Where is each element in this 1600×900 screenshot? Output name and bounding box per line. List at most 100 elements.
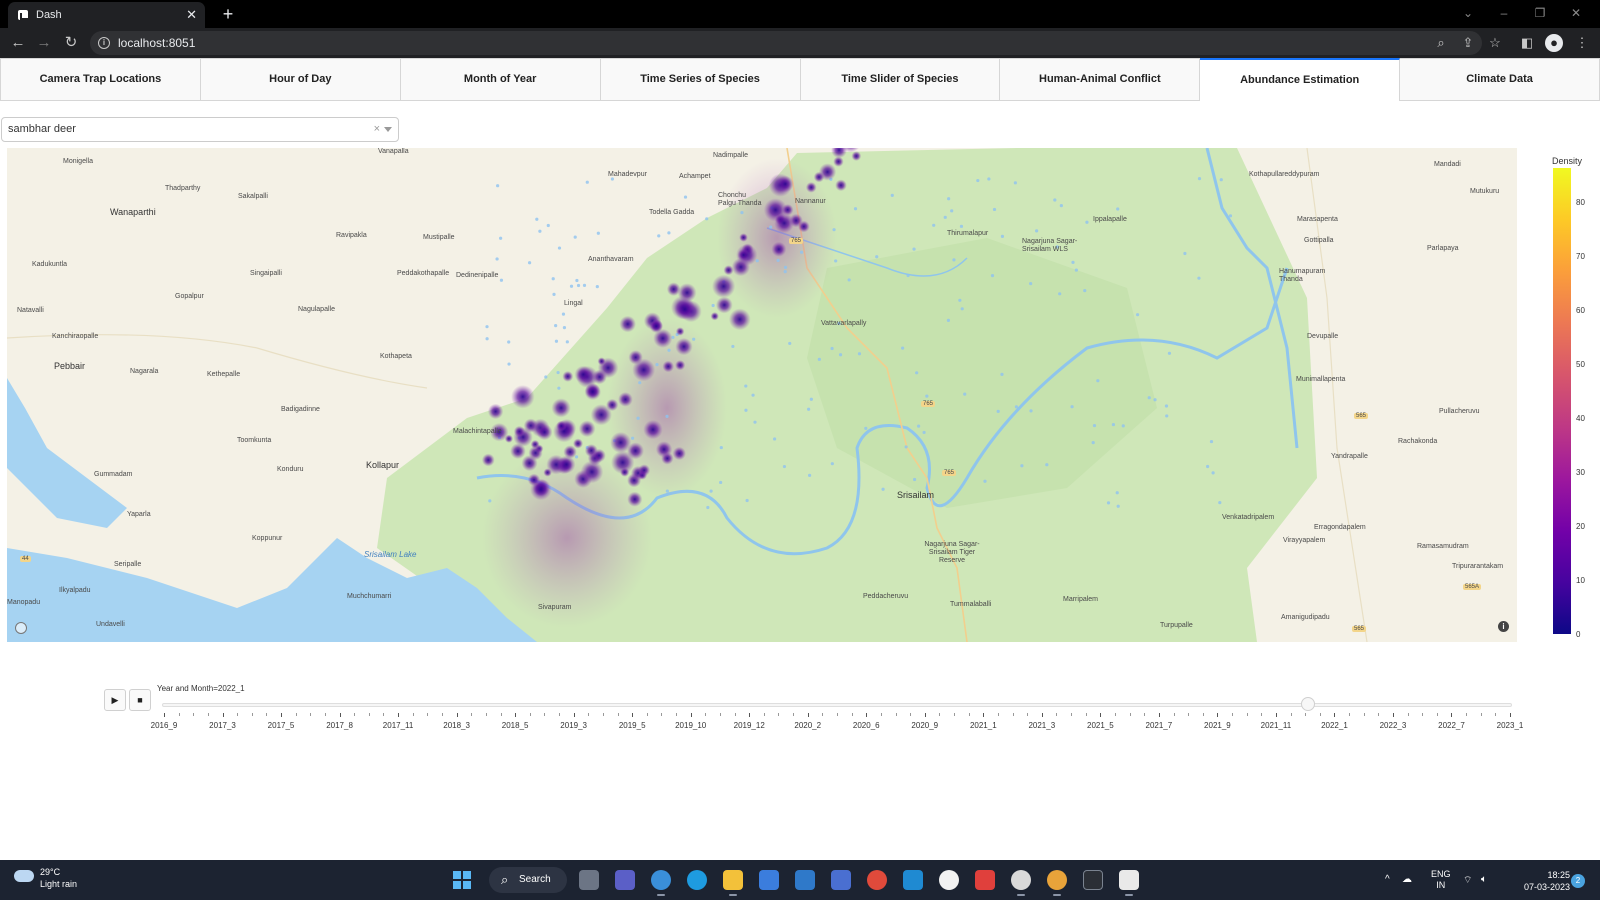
colorbar-title: Density <box>1552 156 1583 166</box>
browser-tab[interactable]: Dash ✕ <box>8 2 205 28</box>
vscode-icon[interactable] <box>903 870 923 890</box>
app-running-icon[interactable] <box>651 870 671 896</box>
slider-step-label[interactable]: 2022_1 <box>1321 721 1348 730</box>
slider-minor-tick <box>646 713 648 716</box>
stop-button[interactable]: ■ <box>129 689 151 711</box>
slider-step-label[interactable]: 2021_1 <box>970 721 997 730</box>
clock-app-icon[interactable] <box>1011 870 1031 896</box>
slider-minor-tick <box>954 713 956 716</box>
file-explorer-icon[interactable] <box>723 870 743 896</box>
wifi-icon[interactable]: ⌔ <box>1463 874 1472 887</box>
play-button[interactable]: ▶ <box>104 689 126 711</box>
restore-window-icon[interactable]: ❐ <box>1522 0 1558 28</box>
mail-icon[interactable] <box>795 870 815 890</box>
new-tab-button[interactable]: + <box>216 2 240 26</box>
slider-step-label[interactable]: 2021_5 <box>1087 721 1114 730</box>
chrome-running-icon[interactable] <box>1047 870 1067 896</box>
taskbar-search-button[interactable]: Search <box>489 867 567 893</box>
slider-step-label[interactable]: 2020_9 <box>911 721 938 730</box>
camera-trap-point <box>719 480 723 485</box>
slider-tick <box>222 713 224 717</box>
density-blob <box>715 296 733 314</box>
species-dropdown[interactable]: sambhar deer × <box>1 117 399 142</box>
density-map[interactable]: Monigella Vanapalla Nadimpalle Mahadevpu… <box>7 148 1517 642</box>
slider-step-label[interactable]: 2019_12 <box>734 721 765 730</box>
tab-month-of-year[interactable]: Month of Year <box>400 58 601 101</box>
clear-selection-icon[interactable]: × <box>374 118 380 141</box>
tab-human-animal-conflict[interactable]: Human-Animal Conflict <box>1000 58 1201 101</box>
colorbar-tick: 10 <box>1576 576 1585 585</box>
density-blob <box>562 370 574 382</box>
chrome-icon[interactable] <box>867 870 887 890</box>
minimize-window-icon[interactable]: – <box>1486 0 1522 28</box>
tab-climate-data[interactable]: Climate Data <box>1400 58 1600 101</box>
bookmark-star-icon[interactable]: ☆ <box>1486 34 1504 52</box>
slider-tick <box>1217 713 1219 717</box>
slider-step-label[interactable]: 2022_3 <box>1380 721 1407 730</box>
weather-widget[interactable]: 29°C Light rain <box>14 866 77 890</box>
slider-step-label[interactable]: 2016_9 <box>151 721 178 730</box>
taskbar-clock[interactable]: 18:25 07-03-2023 <box>1524 869 1570 893</box>
map-attribution-info-icon[interactable]: i <box>1498 621 1509 632</box>
slider-step-label[interactable]: 2017_5 <box>268 721 295 730</box>
address-url[interactable]: localhost:8051 <box>118 31 195 55</box>
settings-app-icon[interactable] <box>831 870 851 890</box>
reload-icon[interactable]: ↻ <box>59 31 83 55</box>
slider-step-label[interactable]: 2017_8 <box>326 721 353 730</box>
snipping-tool-icon[interactable] <box>1119 870 1139 896</box>
place-label: Nagarjuna Sagar-Srisailam WLS <box>1022 238 1078 253</box>
slider-step-label[interactable]: 2022_7 <box>1438 721 1465 730</box>
edge-browser-icon[interactable] <box>687 870 707 890</box>
forward-arrow-icon[interactable]: → <box>32 31 56 55</box>
back-arrow-icon[interactable]: ← <box>6 31 30 55</box>
tab-hour-of-day[interactable]: Hour of Day <box>200 58 401 101</box>
tab-abundance-estimation[interactable]: Abundance Estimation <box>1200 58 1401 101</box>
slider-step-label[interactable]: 2019_3 <box>560 721 587 730</box>
task-view-icon[interactable] <box>579 870 599 890</box>
teams-chat-icon[interactable] <box>615 870 635 890</box>
slider-minor-tick <box>324 713 326 716</box>
slider-step-label[interactable]: 2017_11 <box>383 721 414 730</box>
site-info-icon[interactable]: i <box>98 37 110 49</box>
notification-badge[interactable]: 2 <box>1571 874 1585 888</box>
onedrive-cloud-icon[interactable]: ☁ <box>1402 874 1412 885</box>
chevron-down-icon[interactable] <box>384 127 392 132</box>
slider-step-label[interactable]: 2021_3 <box>1028 721 1055 730</box>
language-indicator[interactable]: ENG IN <box>1431 869 1451 891</box>
close-tab-icon[interactable]: ✕ <box>186 2 197 28</box>
year-month-slider-handle[interactable] <box>1301 697 1316 711</box>
microsoft-store-icon[interactable] <box>759 870 779 890</box>
place-label: Koppunur <box>252 535 283 542</box>
slider-step-label[interactable]: 2020_2 <box>794 721 821 730</box>
mapbox-logo-icon[interactable] <box>15 622 27 634</box>
slider-step-label[interactable]: 2018_3 <box>443 721 470 730</box>
app-circle-icon[interactable] <box>939 870 959 890</box>
camera-trap-point <box>744 408 748 412</box>
slider-step-label[interactable]: 2021_11 <box>1261 721 1292 730</box>
density-blob <box>662 360 675 373</box>
browser-menu-icon[interactable]: ⋮ <box>1573 34 1591 52</box>
close-window-icon[interactable]: ✕ <box>1558 0 1594 28</box>
show-hidden-icons-chevron-icon[interactable]: ^ <box>1385 874 1390 885</box>
zoom-icon[interactable]: ⌕ <box>1432 34 1450 52</box>
slider-step-label[interactable]: 2021_7 <box>1146 721 1173 730</box>
share-icon[interactable]: ⇪ <box>1459 34 1477 52</box>
tab-camera-trap-locations[interactable]: Camera Trap Locations <box>0 58 201 101</box>
git-app-icon[interactable] <box>975 870 995 890</box>
speaker-icon[interactable]: 🔈︎ <box>1481 874 1487 885</box>
slider-step-label[interactable]: 2023_1 <box>1497 721 1524 730</box>
slider-step-label[interactable]: 2021_9 <box>1204 721 1231 730</box>
tab-time-slider-of-species[interactable]: Time Slider of Species <box>800 58 1001 101</box>
slider-step-label[interactable]: 2017_3 <box>209 721 236 730</box>
tab-time-series-of-species[interactable]: Time Series of Species <box>600 58 801 101</box>
windows-start-icon[interactable] <box>453 871 471 889</box>
tab-search-chevron-icon[interactable]: ⌄ <box>1450 0 1486 28</box>
side-panel-icon[interactable]: ◧ <box>1518 34 1536 52</box>
slider-step-label[interactable]: 2019_10 <box>675 721 706 730</box>
terminal-icon[interactable] <box>1083 870 1103 890</box>
profile-avatar-icon[interactable]: ● <box>1545 34 1563 52</box>
slider-step-label[interactable]: 2019_5 <box>619 721 646 730</box>
address-bar[interactable]: i localhost:8051 <box>90 31 1482 55</box>
slider-step-label[interactable]: 2018_5 <box>502 721 529 730</box>
slider-step-label[interactable]: 2020_6 <box>853 721 880 730</box>
